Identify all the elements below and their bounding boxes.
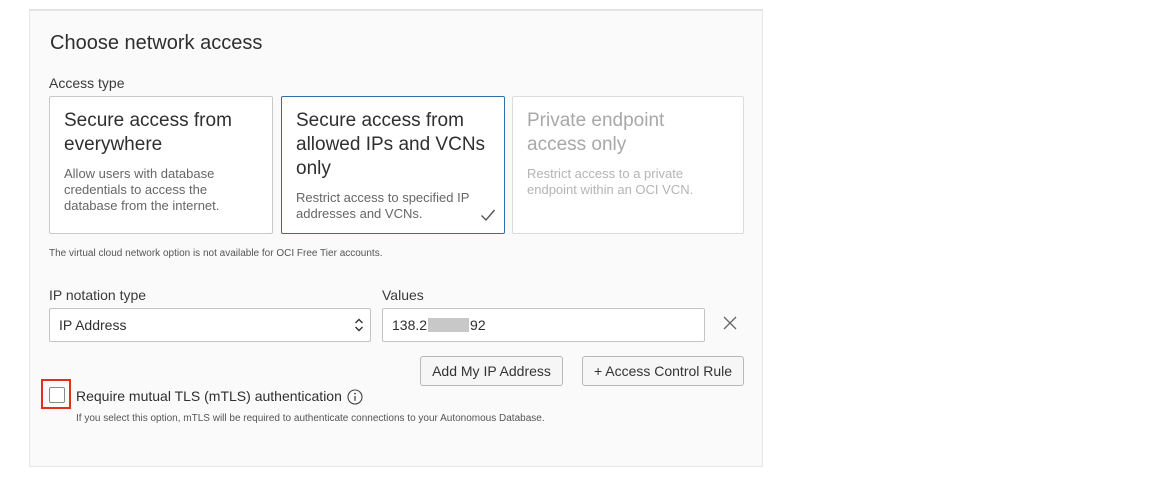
vcn-note: The virtual cloud network option is not … — [49, 248, 383, 259]
add-access-control-rule-button[interactable]: + Access Control Rule — [582, 356, 744, 386]
add-my-ip-button[interactable]: Add My IP Address — [420, 356, 563, 386]
card-title: Secure access from allowed IPs and VCNs … — [296, 110, 486, 179]
access-type-label: Access type — [49, 75, 125, 91]
select-stepper-icon — [355, 318, 363, 332]
values-prefix: 138.2 — [392, 317, 428, 333]
card-title: Secure access from everywhere — [64, 110, 232, 155]
mtls-checkbox[interactable] — [49, 387, 65, 403]
values-input[interactable]: 138.2 92 — [382, 308, 705, 342]
card-title: Private endpoint access only — [527, 110, 665, 155]
card-description: Restrict access to specified IP addresse… — [296, 190, 470, 221]
access-card-private-endpoint[interactable]: Private endpoint access only Restrict ac… — [512, 96, 744, 234]
ip-notation-label: IP notation type — [49, 287, 147, 303]
redacted-block — [428, 318, 470, 332]
access-card-everywhere[interactable]: Secure access from everywhere Allow user… — [49, 96, 273, 234]
access-card-allowed-ips[interactable]: Secure access from allowed IPs and VCNs … — [281, 96, 505, 234]
mtls-label: Require mutual TLS (mTLS) authentication — [76, 388, 342, 404]
section-title: Choose network access — [50, 32, 263, 54]
card-description: Allow users with database credentials to… — [64, 166, 220, 213]
values-label: Values — [382, 287, 424, 303]
checkmark-icon — [481, 209, 496, 222]
close-icon[interactable] — [722, 315, 738, 331]
network-access-panel: Choose network access Access type Secure… — [29, 9, 763, 467]
card-description: Restrict access to a private endpoint wi… — [527, 166, 694, 197]
mtls-hint: If you select this option, mTLS will be … — [76, 413, 545, 424]
ip-notation-select[interactable]: IP Address — [49, 308, 371, 342]
values-suffix: 92 — [470, 317, 486, 333]
info-icon[interactable] — [347, 389, 363, 405]
ip-notation-value: IP Address — [59, 317, 127, 333]
